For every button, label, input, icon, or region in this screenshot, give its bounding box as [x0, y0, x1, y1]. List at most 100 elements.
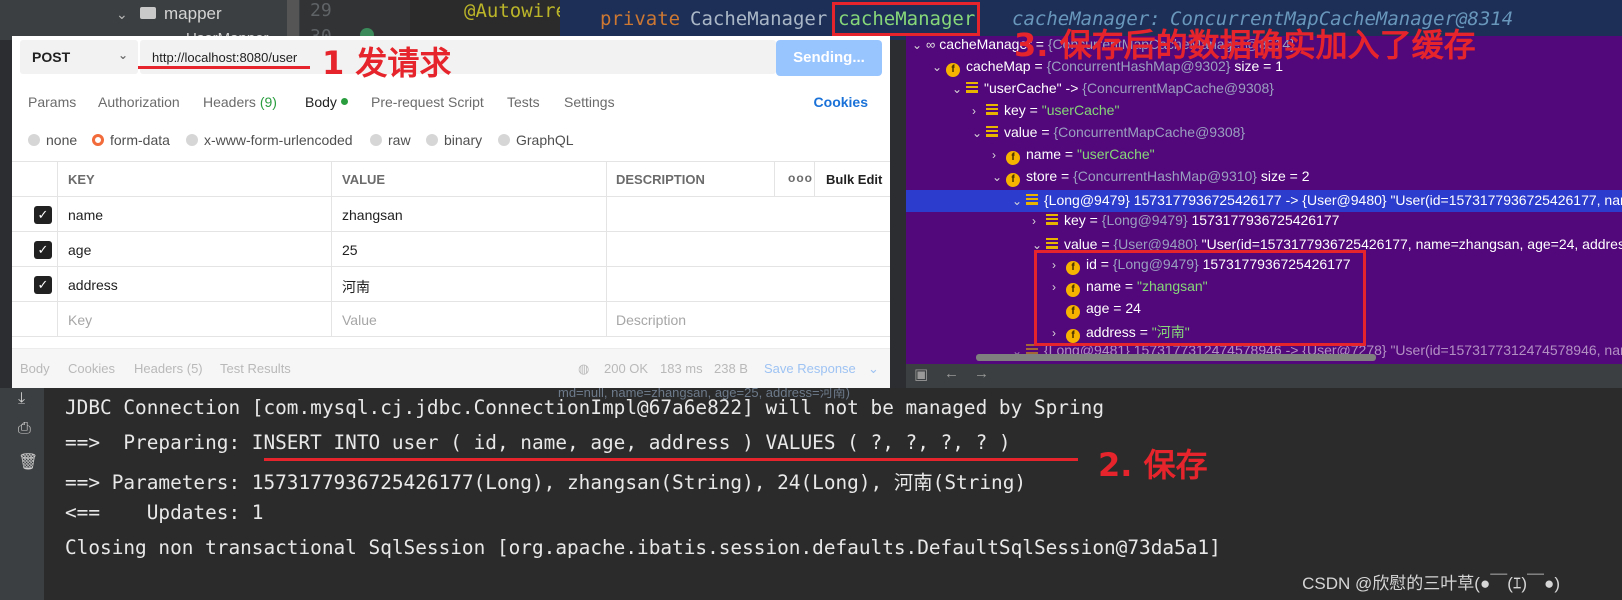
watermark: CSDN @欣慰的三叶草(●￣(ｴ)￣●) — [1302, 574, 1560, 593]
var-value: 1573177936725426177 — [1191, 212, 1340, 228]
trash-icon[interactable]: 🗑 — [18, 452, 38, 471]
line-number: 29 — [310, 0, 332, 21]
tree-scrollbar[interactable] — [287, 0, 299, 40]
chevron-down-icon: ⌄ — [1012, 194, 1023, 208]
radio-circle-icon — [498, 134, 510, 146]
type-cachemanager: CacheManager — [690, 8, 828, 30]
horizontal-scrollbar[interactable] — [906, 353, 1622, 363]
row-value[interactable]: 河南 — [342, 277, 370, 297]
save-response-button[interactable]: Save Response — [764, 361, 856, 376]
line-gutter: 29 30 — [300, 0, 410, 40]
chevron-right-icon: › — [972, 104, 976, 118]
tab-params[interactable]: Params — [28, 94, 76, 110]
var-row-entry-key[interactable]: › key = {Long@9479} 1573177936725426177 — [1032, 212, 1339, 234]
checkbox-checked-icon[interactable]: ✓ — [34, 206, 52, 224]
table-row: ✓ address 河南 — [12, 267, 890, 302]
value-placeholder[interactable]: Value — [342, 312, 377, 328]
url-value: http://localhost:8080/user — [152, 50, 298, 65]
tab-body[interactable]: Body — [305, 94, 348, 110]
arrow-right-icon[interactable]: → — [974, 365, 989, 382]
radio-circle-icon — [370, 134, 382, 146]
column-divider — [331, 267, 332, 301]
var-name: name — [1026, 146, 1062, 162]
var-ref: {Long@9479} — [1101, 212, 1188, 228]
method-label: POST — [32, 49, 71, 65]
radio-binary[interactable]: binary — [426, 132, 482, 148]
annotation-step3: 3. 保存后的数据确实加入了缓存 — [1014, 26, 1476, 64]
radio-circle-icon — [426, 134, 438, 146]
globe-icon: ◍ — [578, 361, 590, 376]
checkbox-cell: ✓ — [12, 267, 58, 301]
row-value[interactable]: 25 — [342, 242, 358, 258]
tab-tests[interactable]: Tests — [507, 94, 540, 110]
postman-request-panel: POST ⌄ http://localhost:8080/user Sendin… — [12, 36, 890, 388]
column-header-key: KEY — [68, 172, 95, 187]
chevron-down-icon[interactable]: ⌄ — [116, 6, 128, 23]
tab-settings[interactable]: Settings — [564, 94, 615, 110]
scrollbar-thumb[interactable] — [976, 354, 1376, 361]
project-tree: ⌄ mapper UserMapper — [0, 0, 300, 40]
radio-graphql[interactable]: GraphQL — [498, 132, 574, 148]
request-tabs: Params Authorization Headers (9) Body Pr… — [12, 88, 890, 118]
var-row-key[interactable]: › key = "userCache" — [972, 102, 1119, 124]
key-placeholder[interactable]: Key — [68, 312, 92, 328]
row-key[interactable]: address — [68, 277, 118, 293]
method-select[interactable]: POST ⌄ — [20, 40, 138, 74]
var-row-name[interactable]: › f name = "userCache" — [992, 146, 1155, 168]
radio-x-www-form-urlencoded[interactable]: x-www-form-urlencoded — [186, 132, 353, 148]
response-tab-cookies[interactable]: Cookies — [68, 361, 115, 376]
radio-label: binary — [444, 132, 483, 148]
print-icon[interactable]: ⎙ — [18, 420, 36, 438]
radio-none[interactable]: none — [28, 132, 77, 148]
var-size: size = 2 — [1260, 168, 1310, 184]
checkbox-checked-icon[interactable]: ✓ — [34, 241, 52, 259]
table-row: ✓ name zhangsan — [12, 197, 890, 232]
var-value: "userCache" — [1041, 102, 1120, 118]
chevron-down-icon: ⌄ — [952, 82, 963, 96]
response-tab-test-results[interactable]: Test Results — [220, 361, 291, 376]
annotation-underline-sql — [264, 458, 1078, 461]
column-divider[interactable] — [331, 162, 332, 196]
column-divider — [331, 302, 332, 336]
radio-selected-icon — [92, 134, 104, 146]
description-placeholder[interactable]: Description — [616, 312, 686, 328]
annotation-step1: 1 发请求 — [322, 44, 452, 82]
tab-pre-request-script[interactable]: Pre-request Script — [371, 94, 484, 110]
chevron-down-icon: ⌄ — [992, 170, 1003, 184]
radio-raw[interactable]: raw — [370, 132, 411, 148]
var-row-store[interactable]: ⌄ f store = {ConcurrentHashMap@9310} size … — [992, 168, 1310, 190]
scroll-to-end-icon[interactable]: ⤓ — [18, 390, 36, 408]
radio-form-data[interactable]: form-data — [92, 132, 170, 148]
var-row-store-entry-selected[interactable]: ⌄ {Long@9479} 1573177936725426177 -> {Use… — [906, 190, 1622, 212]
tree-folder-mapper[interactable]: mapper — [164, 4, 222, 24]
highlight-box-field — [832, 2, 980, 36]
response-tab-body[interactable]: Body — [20, 361, 50, 376]
column-divider — [814, 162, 815, 196]
send-button[interactable]: Sending... — [776, 40, 882, 76]
var-row-usercache-entry[interactable]: ⌄ "userCache" -> {ConcurrentMapCache@9308… — [952, 80, 1274, 102]
bulk-edit-button[interactable]: Bulk Edit — [826, 172, 882, 187]
checkbox-checked-icon[interactable]: ✓ — [34, 276, 52, 294]
frames-icon[interactable]: ▣ — [914, 365, 928, 383]
column-divider[interactable] — [606, 162, 607, 196]
table-row-placeholder: Key Value Description — [12, 302, 890, 337]
console-line: ==> Parameters: 1573177936725426177(Long… — [65, 471, 1027, 494]
row-key[interactable]: age — [68, 242, 91, 258]
arrow-left-icon[interactable]: ← — [944, 365, 959, 382]
row-value[interactable]: zhangsan — [342, 207, 403, 223]
tab-body-label: Body — [305, 94, 337, 110]
checkbox-cell: ✓ — [12, 232, 58, 266]
var-row-value[interactable]: ⌄ value = {ConcurrentMapCache@9308} — [972, 124, 1245, 146]
tab-headers[interactable]: Headers (9) — [203, 94, 277, 110]
row-key[interactable]: name — [68, 207, 103, 223]
column-divider — [331, 232, 332, 266]
chevron-down-icon[interactable]: ⌄ — [868, 361, 879, 377]
entry-icon — [986, 126, 998, 137]
cookies-link[interactable]: Cookies — [814, 94, 868, 110]
tab-authorization[interactable]: Authorization — [98, 94, 180, 110]
radio-label: raw — [388, 132, 411, 148]
response-tab-headers[interactable]: Headers (5) — [134, 361, 203, 376]
highlight-box-user-fields — [1034, 250, 1366, 346]
more-options-icon[interactable]: ooo — [788, 171, 813, 185]
entry-icon — [966, 82, 978, 93]
